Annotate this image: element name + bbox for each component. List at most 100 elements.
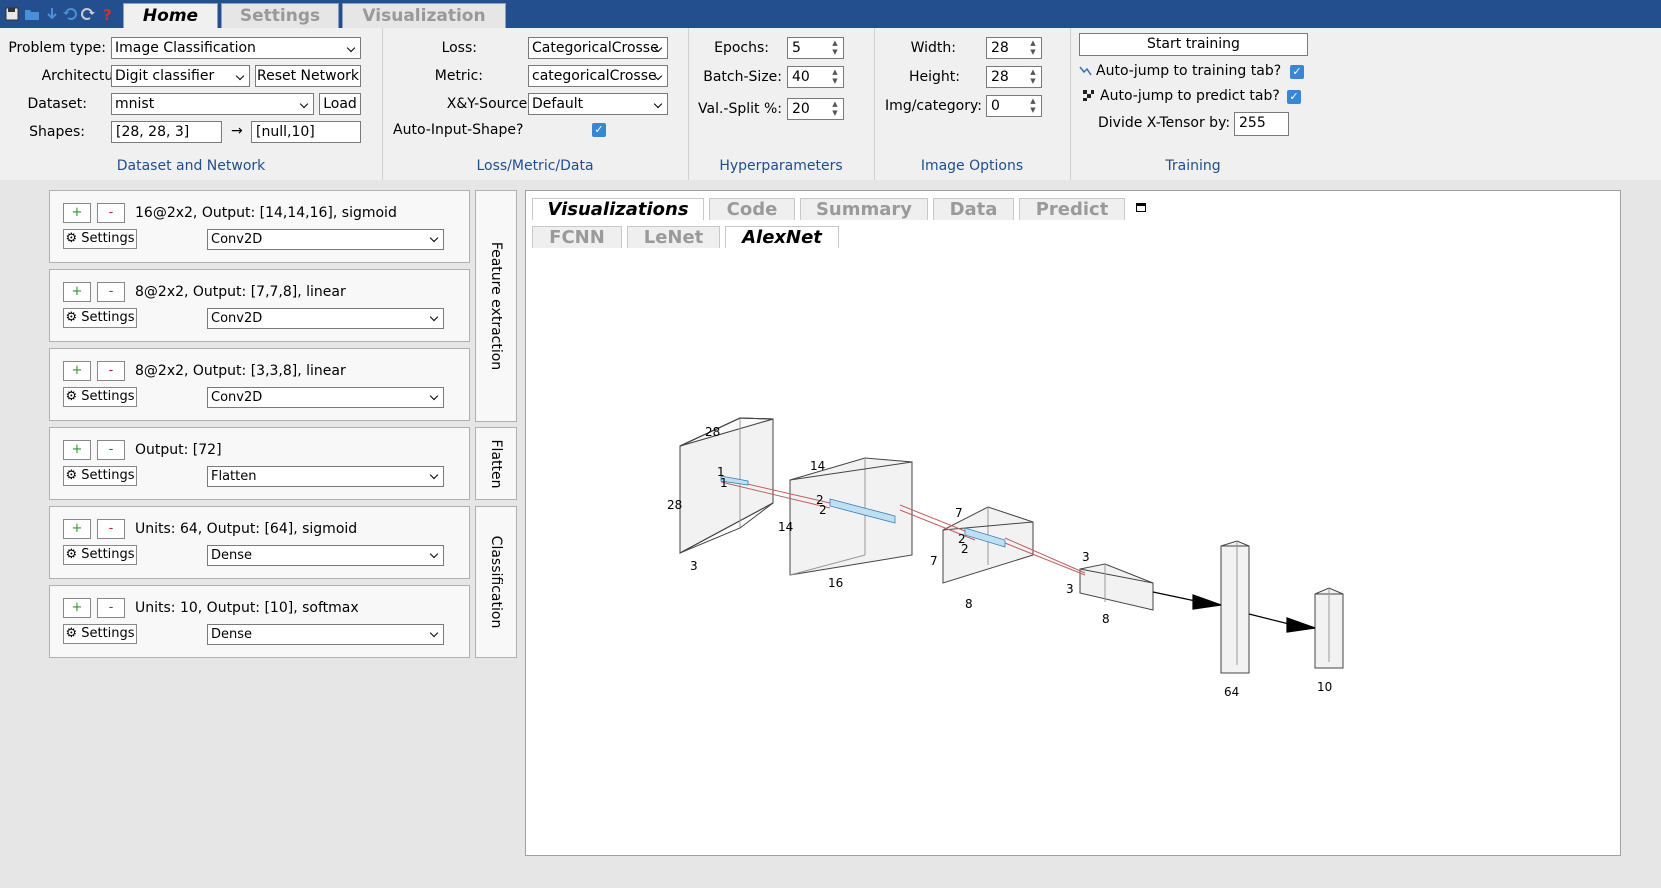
reset-network-button[interactable]: Reset Network (255, 65, 361, 87)
remove-layer-button[interactable]: - (97, 519, 125, 539)
epochs-spinbox[interactable]: 5 ▲ ▼ (787, 37, 844, 59)
group-label-hyperparameters: Hyperparameters (719, 158, 843, 174)
layer-type-select[interactable]: Conv2D (207, 387, 444, 408)
loss-select[interactable]: CategoricalCrosse (528, 37, 668, 59)
remove-layer-button[interactable]: - (97, 282, 125, 302)
layer-settings-button[interactable]: ⚙ Settings (63, 545, 137, 565)
layer-description: Output: [72] (135, 442, 222, 458)
input-shape-field[interactable]: [28, 28, 3] (111, 121, 222, 143)
img-category-label: Img/category: (885, 98, 982, 114)
img-category-spinbox[interactable]: 0 ▲ ▼ (986, 95, 1042, 117)
layer-row: + -8@2x2, Output: [3,3,8], linear ⚙ Settin… (49, 348, 470, 421)
width-value: 28 (991, 40, 1009, 56)
group-label-loss-metric: Loss/Metric/Data (476, 158, 594, 174)
network-diagram: 28 28 3 1 1 14 14 16 2 2 7 7 8 2 2 3 3 8… (667, 417, 1344, 699)
start-training-button[interactable]: Start training (1079, 33, 1308, 56)
divide-tensor-label: Divide X-Tensor by: (1098, 115, 1231, 131)
diagram-label: 14 (778, 520, 793, 534)
remove-layer-button[interactable]: - (97, 203, 125, 223)
remove-layer-button[interactable]: - (97, 361, 125, 381)
dense-block-10 (1314, 587, 1344, 669)
auto-jump-predict-label: Auto-jump to predict tab? (1100, 88, 1280, 104)
layer-row: + - Units: 64, Output: [64], sigmoid ⚙ Sett… (49, 506, 470, 579)
height-spinbox[interactable]: 28 ▲ ▼ (986, 66, 1042, 88)
redo-icon[interactable] (80, 6, 96, 22)
val-split-spinbox[interactable]: 20 ▲ ▼ (787, 98, 844, 120)
remove-layer-button[interactable]: - (97, 598, 125, 618)
dataset-label: Dataset: (27, 96, 87, 112)
diagram-label: 3 (690, 559, 698, 573)
save-icon[interactable] (4, 6, 20, 22)
batch-size-spinbox[interactable]: 40 ▲ ▼ (787, 66, 844, 88)
diagram-label: 8 (965, 597, 973, 611)
diagram-label: 10 (1317, 680, 1332, 694)
auto-jump-predict-checkbox[interactable]: ✓ (1287, 90, 1301, 104)
epochs-value: 5 (792, 40, 801, 56)
download-icon[interactable] (44, 6, 60, 22)
tab-visualization[interactable]: Visualization (342, 3, 506, 28)
val-split-value: 20 (792, 101, 810, 117)
architecture-select[interactable]: Digit classifier (111, 65, 250, 87)
tab-home[interactable]: Home (123, 3, 218, 28)
load-button[interactable]: Load (319, 93, 361, 115)
layer-description: 8@2x2, Output: [3,3,8], linear (135, 363, 346, 379)
img-category-value: 0 (991, 98, 1000, 114)
layer-settings-button[interactable]: ⚙ Settings (63, 308, 137, 328)
layer-settings-button[interactable]: ⚙ Settings (63, 466, 137, 486)
layer-type-select[interactable]: Conv2D (207, 229, 444, 250)
height-label: Height: (909, 69, 960, 85)
add-layer-button[interactable]: + (63, 519, 91, 539)
layer-settings-button[interactable]: ⚙ Settings (63, 387, 137, 407)
section-classification: Classification (475, 506, 517, 658)
remove-layer-button[interactable]: - (97, 440, 125, 460)
add-layer-button[interactable]: + (63, 361, 91, 381)
tab-settings[interactable]: Settings (221, 3, 339, 28)
diagram-label: 7 (930, 554, 938, 568)
undo-icon[interactable] (62, 6, 78, 22)
output-shape-field[interactable]: [null,10] (251, 121, 361, 143)
group-label-image-options: Image Options (920, 158, 1024, 174)
layer-row: + -8@2x2, Output: [7,7,8], linear ⚙ Settin… (49, 269, 470, 342)
layer-type-select[interactable]: Dense (207, 624, 444, 645)
layer-type-select[interactable]: Flatten (207, 466, 444, 487)
auto-input-shape-checkbox[interactable]: ✓ (592, 123, 606, 137)
layer-type-select[interactable]: Dense (207, 545, 444, 566)
section-flatten: Flatten (475, 427, 517, 500)
width-label: Width: (910, 40, 956, 56)
add-layer-button[interactable]: + (63, 440, 91, 460)
section-feature-extraction: Feature extraction (475, 190, 517, 422)
svg-text:?: ? (103, 6, 112, 22)
layer-settings-button[interactable]: ⚙ Settings (63, 229, 137, 249)
layer-settings-button[interactable]: ⚙ Settings (63, 624, 137, 644)
add-layer-button[interactable]: + (63, 282, 91, 302)
problem-type-select[interactable]: Image Classification (111, 37, 361, 59)
loss-label: Loss: (441, 40, 477, 56)
diagram-label: 28 (705, 425, 720, 439)
layer-description: 8@2x2, Output: [7,7,8], linear (135, 284, 346, 300)
divide-tensor-field[interactable]: 255 (1234, 112, 1289, 136)
layer-row: + -16@2x2, Output: [14,14,16], sigmoid ⚙ S… (49, 190, 470, 263)
diagram-label: 3 (1082, 550, 1090, 564)
metric-select[interactable]: categoricalCrosse (528, 65, 668, 87)
xy-source-select[interactable]: Default (528, 93, 668, 115)
height-value: 28 (991, 69, 1009, 85)
auto-jump-training-checkbox[interactable]: ✓ (1290, 65, 1304, 79)
layer-type-select[interactable]: Conv2D (207, 308, 444, 329)
checkered-flag-icon (1083, 90, 1094, 101)
open-folder-icon[interactable] (24, 6, 40, 22)
dense-block-64 (1220, 540, 1250, 674)
help-icon[interactable]: ? (100, 6, 116, 22)
diagram-label: 14 (810, 459, 825, 473)
diagram-label: 8 (1102, 612, 1110, 626)
diagram-label: 2 (961, 542, 969, 556)
shape-arrow: → (231, 123, 243, 139)
add-layer-button[interactable]: + (63, 203, 91, 223)
diagram-label: 64 (1224, 685, 1239, 699)
group-label-dataset-network: Dataset and Network (116, 158, 266, 174)
auto-jump-training-label: Auto-jump to training tab? (1096, 63, 1282, 79)
batch-size-label: Batch-Size: (703, 69, 782, 85)
auto-input-shape-label: Auto-Input-Shape? (393, 122, 524, 138)
add-layer-button[interactable]: + (63, 598, 91, 618)
width-spinbox[interactable]: 28 ▲ ▼ (986, 37, 1042, 59)
dataset-select[interactable]: mnist (111, 93, 314, 115)
